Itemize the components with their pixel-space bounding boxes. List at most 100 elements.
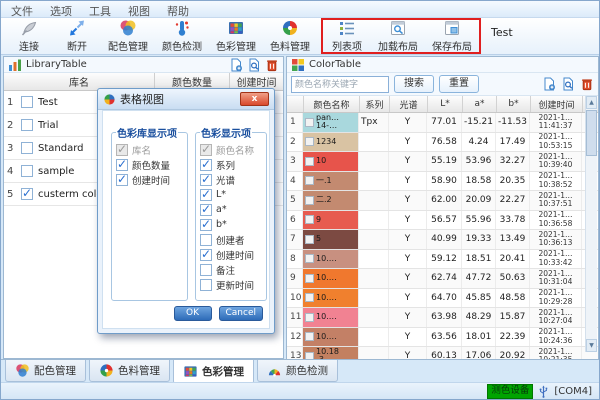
toolbar-button[interactable]: 列表项	[323, 19, 371, 53]
new-doc-icon[interactable]	[542, 77, 556, 91]
reset-button[interactable]: 重置	[439, 75, 479, 93]
toolbar-button[interactable]: 配色管理	[101, 19, 155, 53]
close-icon[interactable]: x	[240, 92, 269, 106]
toolbar-button[interactable]: 断开	[53, 19, 101, 53]
option-checkbox[interactable]	[200, 187, 212, 201]
checkbox-option[interactable]: L*	[200, 187, 262, 202]
checkbox-option[interactable]: 创建时间	[200, 247, 262, 262]
row-checkbox[interactable]	[305, 332, 314, 342]
option-checkbox[interactable]	[200, 278, 212, 291]
search-doc-icon[interactable]	[561, 77, 575, 91]
row-checkbox[interactable]	[305, 234, 314, 244]
column-header[interactable]: 颜色名称	[304, 96, 360, 112]
menu-item[interactable]: 文件	[11, 3, 33, 18]
color-swatch[interactable]: 10.…	[303, 327, 359, 346]
color-swatch[interactable]: 10.…	[303, 269, 359, 288]
table-row[interactable]: 9 10.… Y 62.74 47.72 50.63 2021-1… 10:31…	[287, 269, 598, 289]
table-row[interactable]: 11 10.… Y 63.98 48.29 15.87 2021-1… 10:2…	[287, 308, 598, 328]
scrollbar-thumb[interactable]	[586, 110, 597, 156]
toolbar-button[interactable]: 色彩管理	[209, 19, 263, 53]
color-swatch[interactable]: 10.…	[303, 308, 359, 327]
vertical-scrollbar[interactable]: ▲ ▼	[585, 96, 597, 352]
row-checkbox[interactable]	[305, 312, 314, 322]
menu-item[interactable]: 工具	[89, 3, 111, 18]
option-checkbox[interactable]	[116, 157, 128, 171]
row-checkbox[interactable]	[21, 165, 33, 177]
table-row[interactable]: 4 一.1 Y 58.90 18.58 20.35 2021-1… 10:38:…	[287, 171, 598, 191]
row-checkbox[interactable]	[21, 119, 33, 131]
color-swatch[interactable]: 10.…	[303, 249, 359, 268]
table-row[interactable]: 10 10.… Y 64.70 45.85 48.58 2021-1… 10:2…	[287, 288, 598, 308]
ok-button[interactable]: OK	[173, 306, 212, 321]
option-checkbox[interactable]	[200, 247, 212, 261]
row-checkbox[interactable]	[305, 254, 314, 264]
color-swatch[interactable]: 10.…	[303, 288, 359, 307]
row-checkbox[interactable]	[305, 215, 314, 225]
search-button[interactable]: 搜索	[394, 75, 434, 93]
checkbox-option[interactable]: b*	[200, 217, 262, 232]
column-header[interactable]: 系列	[360, 96, 390, 112]
option-checkbox[interactable]	[200, 172, 212, 186]
table-row[interactable]: 8 10.… Y 59.12 18.51 20.41 2021-1… 10:33…	[287, 249, 598, 269]
table-row[interactable]: 2 1234 Y 76.58 4.24 17.49 2021-1… 10:53:…	[287, 132, 598, 152]
scroll-down-icon[interactable]: ▼	[586, 339, 597, 352]
color-swatch[interactable]: 5	[303, 230, 359, 249]
checkbox-option[interactable]: 颜色名称	[200, 142, 262, 157]
table-row[interactable]: 12 10.… Y 63.56 18.01 22.39 2021-1… 10:2…	[287, 327, 598, 347]
checkbox-option[interactable]: 更新时间	[200, 277, 262, 292]
delete-icon[interactable]	[580, 77, 594, 91]
checkbox-option[interactable]: 创建时间	[116, 172, 183, 187]
menu-item[interactable]: 视图	[128, 3, 150, 18]
checkbox-option[interactable]: 库名	[116, 142, 183, 157]
option-checkbox[interactable]	[200, 233, 212, 246]
bottom-tab[interactable]: 色料管理	[89, 360, 170, 382]
option-checkbox[interactable]	[200, 217, 212, 231]
option-checkbox[interactable]	[200, 263, 212, 276]
table-row[interactable]: 1 pan… 14-… Tpx Y 77.01 -15.21 -11.53 20…	[287, 113, 598, 133]
row-checkbox[interactable]	[305, 293, 314, 303]
checkbox-option[interactable]: 颜色数量	[116, 157, 183, 172]
row-checkbox[interactable]	[305, 273, 314, 283]
checkbox-option[interactable]: 系列	[200, 157, 262, 172]
column-header[interactable]: b*	[497, 96, 531, 112]
checkbox-option[interactable]: 备注	[200, 262, 262, 277]
toolbar-button[interactable]: 连接	[5, 19, 53, 53]
toolbar-button[interactable]: 颜色检测	[155, 19, 209, 53]
bottom-tab[interactable]: 配色管理	[5, 360, 86, 382]
menu-item[interactable]: 帮助	[167, 3, 189, 18]
column-header[interactable]: 光谱	[390, 96, 428, 112]
row-checkbox[interactable]	[305, 156, 314, 166]
checkbox-option[interactable]: 光谱	[200, 172, 262, 187]
scroll-up-icon[interactable]: ▲	[586, 96, 597, 109]
cancel-button[interactable]: Cancel	[218, 306, 263, 321]
color-swatch[interactable]: 1234	[303, 132, 359, 151]
bottom-tab[interactable]: 色彩管理	[173, 360, 254, 384]
column-header[interactable]: 创建时间	[531, 96, 583, 112]
menu-item[interactable]: 选项	[50, 3, 72, 18]
search-input[interactable]	[291, 75, 389, 93]
color-swatch[interactable]: 9	[303, 210, 359, 229]
table-row[interactable]: 7 5 Y 40.99 19.33 13.49 2021-1… 10:36:13	[287, 230, 598, 250]
delete-icon[interactable]	[265, 58, 279, 72]
row-checkbox[interactable]	[21, 142, 33, 154]
toolbar-button[interactable]: 保存布局	[425, 19, 479, 53]
dialog-title-bar[interactable]: 表格视图 x	[98, 89, 274, 110]
option-checkbox[interactable]	[200, 157, 212, 171]
row-checkbox[interactable]	[305, 117, 314, 127]
checkbox-option[interactable]: a*	[200, 202, 262, 217]
checkbox-option[interactable]: 创建者	[200, 232, 262, 247]
column-header[interactable]: a*	[463, 96, 497, 112]
bottom-tab[interactable]: 颜色检测	[257, 360, 338, 382]
color-swatch[interactable]: 一.1	[303, 171, 359, 190]
color-swatch[interactable]: 10	[303, 152, 359, 171]
option-checkbox[interactable]	[116, 142, 128, 156]
row-checkbox[interactable]	[305, 137, 314, 147]
row-checkbox[interactable]	[21, 96, 33, 108]
table-row[interactable]: 3 10 Y 55.19 53.96 32.27 2021-1… 10:39:4…	[287, 152, 598, 172]
toolbar-button[interactable]: 加载布局	[371, 19, 425, 53]
row-checkbox[interactable]	[21, 186, 33, 200]
option-checkbox[interactable]	[200, 142, 212, 156]
option-checkbox[interactable]	[200, 202, 212, 216]
row-checkbox[interactable]	[305, 195, 314, 205]
table-row[interactable]: 5 二.2 Y 62.00 20.09 22.27 2021-1… 10:37:…	[287, 191, 598, 211]
